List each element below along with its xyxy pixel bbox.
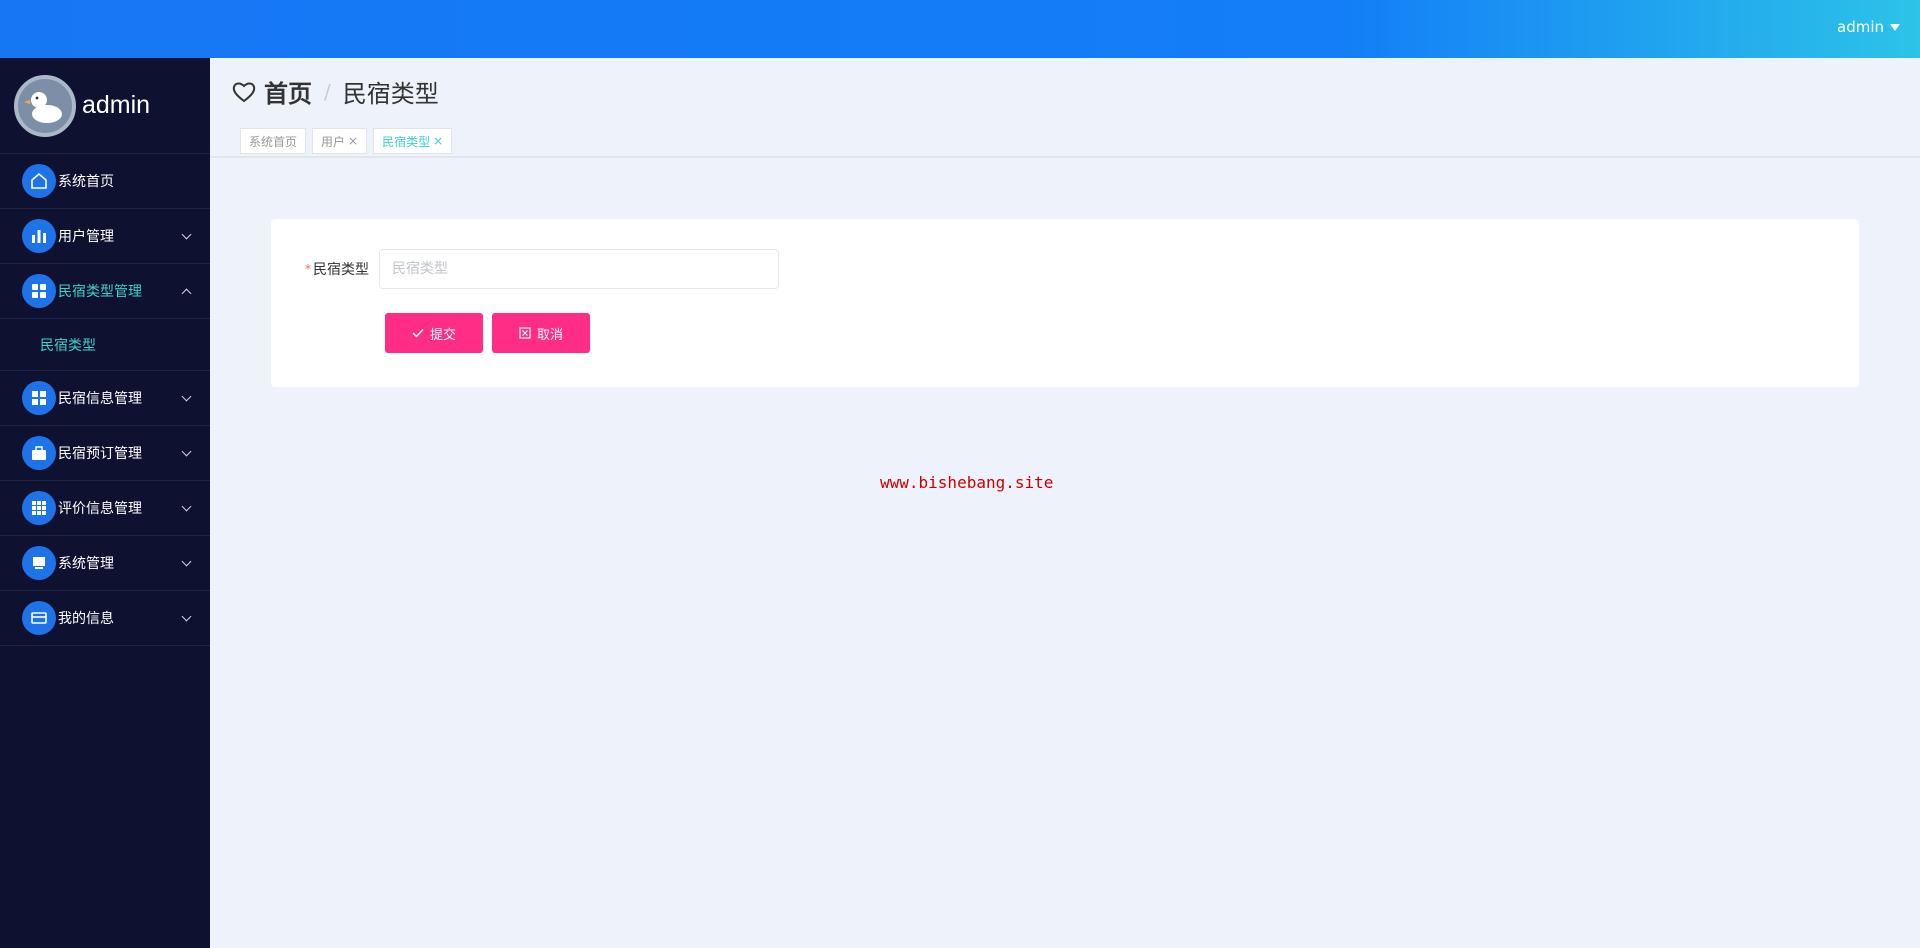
tab-bar: 系统首页 用户 × 民宿类型 × (240, 128, 453, 154)
sidebar-item-my-info[interactable]: 我的信息 (0, 591, 210, 646)
submit-label: 提交 (429, 327, 456, 343)
grid-icon (22, 274, 56, 308)
card-icon (22, 601, 56, 635)
chevron-down-icon (181, 446, 192, 457)
homestay-type-input[interactable] (379, 249, 779, 289)
sidebar-item-label: 用户管理 (58, 229, 114, 245)
sidebar: admin 系统首页 用户管理 民宿类型管理 民宿类型 民宿信息管理 民宿预订管… (0, 58, 210, 948)
tab-label: 民宿类型 (382, 134, 431, 149)
tab-system-home[interactable]: 系统首页 (240, 128, 307, 154)
sidebar-item-label: 民宿预订管理 (58, 446, 142, 462)
heart-icon (232, 82, 256, 102)
sidebar-item-label: 我的信息 (58, 611, 114, 627)
sidebar-subitem-label: 民宿类型 (40, 337, 96, 354)
grid-icon (22, 381, 56, 415)
duck-icon (24, 91, 62, 123)
sidebar-item-homestay-type-management[interactable]: 民宿类型管理 (0, 264, 210, 319)
tab-user[interactable]: 用户 × (312, 128, 368, 154)
user-menu[interactable]: admin (1837, 18, 1900, 36)
sidebar-item-label: 民宿类型管理 (58, 284, 142, 300)
chevron-up-icon (181, 288, 192, 299)
sidebar-item-label: 系统首页 (58, 174, 114, 190)
avatar (14, 74, 76, 137)
check-icon (412, 328, 424, 338)
sidebar-item-home[interactable]: 系统首页 (0, 154, 210, 209)
sidebar-item-label: 系统管理 (58, 556, 114, 572)
watermark-text: www.bishebang.site (880, 473, 1054, 492)
chevron-down-icon (181, 611, 192, 622)
sidebar-item-system-management[interactable]: 系统管理 (0, 536, 210, 591)
close-box-icon (519, 327, 531, 339)
chevron-down-icon (181, 501, 192, 512)
form-row-homestay-type: * 民宿类型 (305, 249, 779, 289)
table-icon (22, 491, 56, 525)
cancel-button[interactable]: 取消 (492, 313, 590, 353)
required-mark: * (305, 262, 311, 276)
chevron-down-icon (181, 556, 192, 567)
home-icon (22, 164, 56, 198)
tab-homestay-type[interactable]: 民宿类型 × (373, 128, 453, 154)
form-label: 民宿类型 (313, 262, 369, 278)
monitor-icon (22, 546, 56, 580)
breadcrumb-current: 民宿类型 (342, 80, 439, 108)
breadcrumb-home[interactable]: 首页 (264, 74, 312, 109)
sidebar-subitem-homestay-type[interactable]: 民宿类型 (0, 319, 210, 371)
submit-button[interactable]: 提交 (385, 313, 483, 353)
top-bar: admin (0, 0, 1920, 58)
caret-down-icon (1890, 23, 1900, 31)
close-icon[interactable]: × (348, 134, 358, 148)
page-header: 首页 / 民宿类型 系统首页 用户 × 民宿类型 × (210, 58, 1920, 158)
breadcrumb: 首页 / 民宿类型 (232, 74, 439, 109)
bar-chart-icon (22, 219, 56, 253)
chevron-down-icon (181, 229, 192, 240)
sidebar-profile: admin (0, 58, 210, 154)
briefcase-icon (22, 436, 56, 470)
form-card: * 民宿类型 提交 取消 (271, 219, 1859, 387)
sidebar-username: admin (82, 91, 151, 119)
breadcrumb-separator: / (324, 79, 331, 104)
sidebar-item-review-management[interactable]: 评价信息管理 (0, 481, 210, 536)
close-icon[interactable]: × (433, 134, 443, 148)
sidebar-item-label: 民宿信息管理 (58, 391, 142, 407)
cancel-label: 取消 (536, 327, 563, 343)
tab-label: 用户 (321, 134, 346, 149)
sidebar-item-homestay-info-management[interactable]: 民宿信息管理 (0, 371, 210, 426)
sidebar-item-label: 评价信息管理 (58, 501, 142, 517)
user-menu-label: admin (1837, 18, 1884, 36)
tab-label: 系统首页 (249, 134, 298, 149)
sidebar-item-homestay-booking-management[interactable]: 民宿预订管理 (0, 426, 210, 481)
chevron-down-icon (181, 391, 192, 402)
sidebar-item-user-management[interactable]: 用户管理 (0, 209, 210, 264)
form-actions: 提交 取消 (385, 313, 590, 353)
